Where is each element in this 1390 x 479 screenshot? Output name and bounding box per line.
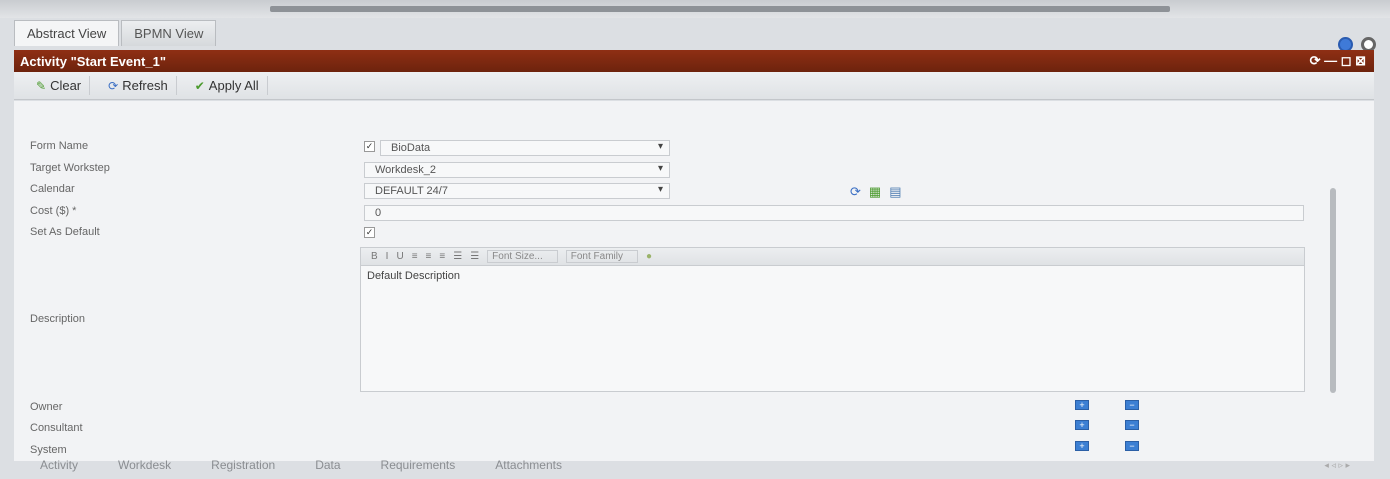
broom-icon: ✎	[36, 78, 47, 93]
tab-requirements[interactable]: Requirements	[381, 458, 456, 472]
calendar-actions: ⟳ ▦ ▤	[850, 184, 902, 200]
tab-abstract-view[interactable]: Abstract View	[14, 20, 120, 46]
activity-title-bar: Activity "Start Event_1" ⟳ — ◻ ⊠	[14, 50, 1374, 72]
font-family-select[interactable]: Font Family	[565, 250, 638, 263]
calendar-select[interactable]: DEFAULT 24/7	[364, 183, 670, 199]
bold-icon[interactable]: B	[371, 251, 378, 262]
owner-remove-button[interactable]: −	[1125, 400, 1139, 410]
pager-icons[interactable]: ◂ ◃ ▹ ▸	[1324, 460, 1350, 471]
tab-workdesk[interactable]: Workdesk	[118, 458, 171, 472]
top-strip	[0, 0, 1390, 18]
tab-attachments[interactable]: Attachments	[495, 458, 562, 472]
tab-bpmn-view[interactable]: BPMN View	[121, 20, 217, 46]
bullet-list-icon[interactable]: ☰	[453, 251, 462, 262]
set-as-default-label: Set As Default	[30, 226, 100, 238]
refresh-icon: ⟳	[108, 78, 119, 93]
consultant-add-button[interactable]: +	[1075, 420, 1089, 430]
edit-calendar-icon[interactable]: ▦	[869, 184, 881, 200]
activity-title: Activity "Start Event_1"	[20, 53, 166, 69]
color-icon[interactable]: ●	[646, 251, 652, 262]
description-text[interactable]: Default Description	[361, 266, 1304, 286]
calendar-label: Calendar	[30, 183, 75, 195]
font-size-select[interactable]: Font Size...	[487, 250, 558, 263]
form-name-label: Form Name	[30, 140, 89, 152]
apply-all-button[interactable]: ✔ Apply All	[187, 76, 268, 95]
editor-toolbar: B I U ≡ ≡ ≡ ☰ ☰ Font Size... Font Family…	[361, 248, 1304, 266]
clear-button[interactable]: ✎ Clear	[28, 76, 91, 95]
clear-label: Clear	[50, 78, 82, 93]
window-controls[interactable]: ⟳ — ◻ ⊠	[1310, 53, 1366, 69]
system-add-button[interactable]: +	[1075, 441, 1089, 451]
tab-activity[interactable]: Activity	[40, 458, 78, 472]
form-name-select[interactable]: BioData	[380, 140, 670, 156]
align-left-icon[interactable]: ≡	[412, 251, 418, 262]
refresh-button[interactable]: ⟳ Refresh	[100, 76, 177, 95]
owner-label: Owner	[30, 401, 63, 413]
form-name-checkbox[interactable]: ✓	[364, 141, 375, 152]
view-tabs: Abstract View BPMN View	[14, 18, 218, 46]
refresh-label: Refresh	[122, 78, 168, 93]
refresh-calendar-icon[interactable]: ⟳	[850, 184, 861, 200]
toolbar: ✎ Clear ⟳ Refresh ✔ Apply All	[14, 72, 1374, 100]
consultant-label: Consultant	[30, 422, 83, 434]
align-right-icon[interactable]: ≡	[439, 251, 445, 262]
consultant-remove-button[interactable]: −	[1125, 420, 1139, 430]
system-label: System	[30, 444, 67, 456]
view-calendar-icon[interactable]: ▤	[889, 184, 901, 200]
cost-label: Cost ($) *	[30, 205, 77, 217]
apply-all-label: Apply All	[208, 78, 259, 93]
checkmark-icon: ✔	[194, 78, 205, 93]
tab-registration[interactable]: Registration	[211, 458, 275, 472]
owner-add-button[interactable]: +	[1075, 400, 1089, 410]
description-label: Description	[30, 313, 86, 325]
panel-scrollbar[interactable]	[1330, 188, 1336, 393]
numbered-list-icon[interactable]: ☰	[470, 251, 479, 262]
top-scrollbar[interactable]	[270, 6, 1170, 12]
target-workstep-select[interactable]: Workdesk_2	[364, 162, 670, 178]
cost-input[interactable]: 0	[364, 205, 1304, 221]
target-workstep-label: Target Workstep	[30, 162, 110, 174]
description-editor: B I U ≡ ≡ ≡ ☰ ☰ Font Size... Font Family…	[360, 247, 1305, 392]
tab-data[interactable]: Data	[315, 458, 340, 472]
underline-icon[interactable]: U	[396, 251, 403, 262]
align-center-icon[interactable]: ≡	[426, 251, 432, 262]
italic-icon[interactable]: I	[386, 251, 389, 262]
bottom-tabs: Activity Workdesk Registration Data Requ…	[40, 458, 562, 472]
system-remove-button[interactable]: −	[1125, 441, 1139, 451]
set-as-default-checkbox[interactable]: ✓	[364, 227, 375, 238]
